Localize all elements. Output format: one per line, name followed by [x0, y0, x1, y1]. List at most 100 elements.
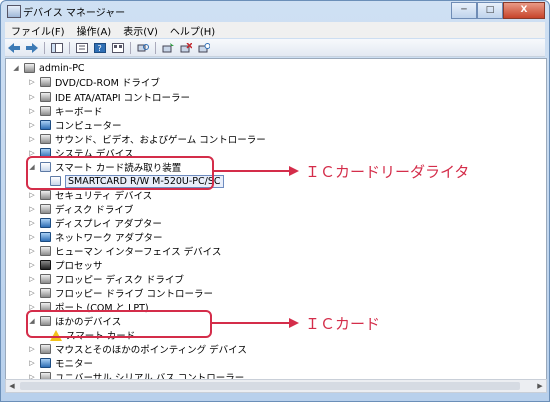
- expand-arrow-icon[interactable]: ▷: [28, 121, 36, 129]
- tree-item-keyboard[interactable]: ▷ キーボード: [28, 104, 103, 118]
- device-manager-icon: [7, 5, 21, 18]
- tree-item-processor[interactable]: ▷ プロセッサ: [28, 258, 103, 272]
- card-highlight-box: [26, 310, 212, 338]
- expand-arrow-icon[interactable]: ▷: [28, 359, 36, 367]
- tree-item-label: フロッピー ドライブ コントローラー: [55, 289, 214, 300]
- back-icon[interactable]: [7, 42, 21, 54]
- tree-root[interactable]: ◢ admin-PC: [12, 61, 85, 75]
- scroll-right-icon[interactable]: ▶: [534, 380, 546, 392]
- keyboard-icon: [40, 106, 51, 116]
- reader-arrow-line: [212, 170, 290, 172]
- scan-hardware-icon[interactable]: [136, 42, 150, 54]
- hid-icon: [40, 246, 51, 256]
- expand-arrow-icon[interactable]: ▷: [28, 219, 36, 227]
- reader-callout: ＩＣカードリーダライタ: [305, 163, 470, 181]
- toolbar-separator: [69, 41, 70, 54]
- tree-item-computer[interactable]: ▷ コンピューター: [28, 118, 122, 132]
- expand-arrow-icon[interactable]: ▷: [28, 107, 36, 115]
- tree-item-label: コンピューター: [55, 121, 122, 132]
- menu-bar: ファイル(F) 操作(A) 表示(V) ヘルプ(H): [5, 22, 545, 38]
- tree-item-dvd[interactable]: ▷ DVD/CD-ROM ドライブ: [28, 75, 160, 89]
- toolbar-separator: [44, 41, 45, 54]
- floppy-controller-icon: [40, 288, 51, 298]
- tree-item-floppy-disk[interactable]: ▷ フロッピー ディスク ドライブ: [28, 272, 184, 286]
- expand-arrow-icon[interactable]: ▷: [28, 345, 36, 353]
- display-adapter-icon: [40, 218, 51, 228]
- expand-arrow-icon[interactable]: ▷: [28, 247, 36, 255]
- expand-arrow-icon[interactable]: ▷: [28, 289, 36, 297]
- mouse-icon: [40, 344, 51, 354]
- expand-arrow-icon[interactable]: ▷: [28, 233, 36, 241]
- tree-item-floppy-controller[interactable]: ▷ フロッピー ドライブ コントローラー: [28, 286, 213, 300]
- menu-view[interactable]: 表示(V): [117, 23, 164, 38]
- status-bar: [5, 392, 545, 400]
- scrollbar-thumb[interactable]: [20, 382, 520, 390]
- floppy-drive-icon: [40, 274, 51, 284]
- tree-item-mouse[interactable]: ▷ マウスとそのほかのポインティング デバイス: [28, 342, 247, 356]
- tree-item-monitor[interactable]: ▷ モニター: [28, 356, 93, 370]
- tree-item-label: セキュリティ デバイス: [55, 191, 153, 202]
- title-bar[interactable]: デバイス マネージャー ─ □ X: [1, 1, 549, 21]
- tree-item-sound[interactable]: ▷ サウンド、ビデオ、およびゲーム コントローラー: [28, 132, 266, 146]
- tree-root-label: admin-PC: [39, 62, 85, 74]
- tree-item-security[interactable]: ▷ セキュリティ デバイス: [28, 188, 152, 202]
- toolbar-separator: [155, 41, 156, 54]
- network-adapter-icon: [40, 232, 51, 242]
- tree-item-label: モニター: [55, 359, 94, 370]
- tree-item-network[interactable]: ▷ ネットワーク アダプター: [28, 230, 163, 244]
- speaker-icon: [40, 134, 51, 144]
- expand-arrow-icon[interactable]: ▷: [28, 205, 36, 213]
- scroll-left-icon[interactable]: ◀: [6, 380, 18, 392]
- expand-arrow-icon[interactable]: ▷: [28, 93, 36, 101]
- tree-item-display[interactable]: ▷ ディスプレイ アダプター: [28, 216, 162, 230]
- processor-icon: [40, 260, 51, 270]
- tree-item-label: キーボード: [55, 107, 103, 118]
- window-title: デバイス マネージャー: [23, 8, 126, 19]
- tree-item-label: ディスク ドライブ: [55, 205, 134, 216]
- close-button[interactable]: X: [503, 2, 545, 19]
- minimize-button[interactable]: ─: [451, 2, 477, 19]
- disable-icon[interactable]: [197, 42, 211, 54]
- expand-arrow-icon[interactable]: ▷: [28, 261, 36, 269]
- uninstall-icon[interactable]: [179, 42, 193, 54]
- card-callout: ＩＣカード: [305, 315, 381, 333]
- tree-item-label: ヒューマン インターフェイス デバイス: [55, 247, 222, 258]
- maximize-button[interactable]: □: [477, 2, 503, 19]
- update-driver-icon[interactable]: [161, 42, 175, 54]
- disk-drive-icon: [40, 204, 51, 214]
- expand-arrow-icon[interactable]: ▷: [28, 135, 36, 143]
- tree-item-disk[interactable]: ▷ ディスク ドライブ: [28, 202, 133, 216]
- tree-item-label: IDE ATA/ATAPI コントローラー: [55, 93, 191, 104]
- horizontal-scrollbar[interactable]: ◀ ▶: [5, 379, 547, 393]
- properties-icon[interactable]: [75, 42, 89, 54]
- expand-arrow-icon[interactable]: ▷: [28, 78, 36, 86]
- menu-action[interactable]: 操作(A): [71, 23, 118, 38]
- toolbar: ?: [5, 39, 545, 57]
- tree-item-label: マウスとそのほかのポインティング デバイス: [55, 345, 247, 356]
- view-icon[interactable]: [111, 42, 125, 54]
- card-arrowhead-icon: [289, 318, 299, 328]
- reader-highlight-box: [26, 156, 214, 190]
- help-icon[interactable]: ?: [93, 42, 107, 54]
- menu-file[interactable]: ファイル(F): [5, 23, 71, 38]
- expand-arrow-icon[interactable]: ▷: [28, 191, 36, 199]
- dvd-drive-icon: [40, 77, 51, 87]
- security-device-icon: [40, 190, 51, 200]
- computer-icon: [24, 63, 35, 73]
- tree-item-hid[interactable]: ▷ ヒューマン インターフェイス デバイス: [28, 244, 221, 258]
- forward-icon[interactable]: [25, 42, 39, 54]
- computer-icon: [40, 120, 51, 130]
- device-manager-window: デバイス マネージャー ─ □ X ファイル(F) 操作(A) 表示(V) ヘル…: [0, 0, 550, 402]
- console-tree-icon[interactable]: [50, 42, 64, 54]
- tree-item-ide[interactable]: ▷ IDE ATA/ATAPI コントローラー: [28, 90, 190, 104]
- monitor-icon: [40, 358, 51, 368]
- toolbar-separator: [130, 41, 131, 54]
- tree-item-label: ネットワーク アダプター: [55, 233, 163, 244]
- menu-help[interactable]: ヘルプ(H): [164, 23, 221, 38]
- card-arrow-line: [210, 322, 290, 324]
- collapse-arrow-icon[interactable]: ◢: [12, 64, 20, 72]
- tree-item-label: DVD/CD-ROM ドライブ: [55, 78, 160, 89]
- expand-arrow-icon[interactable]: ▷: [28, 275, 36, 283]
- tree-item-label: フロッピー ディスク ドライブ: [55, 275, 184, 286]
- svg-text:?: ?: [98, 44, 102, 53]
